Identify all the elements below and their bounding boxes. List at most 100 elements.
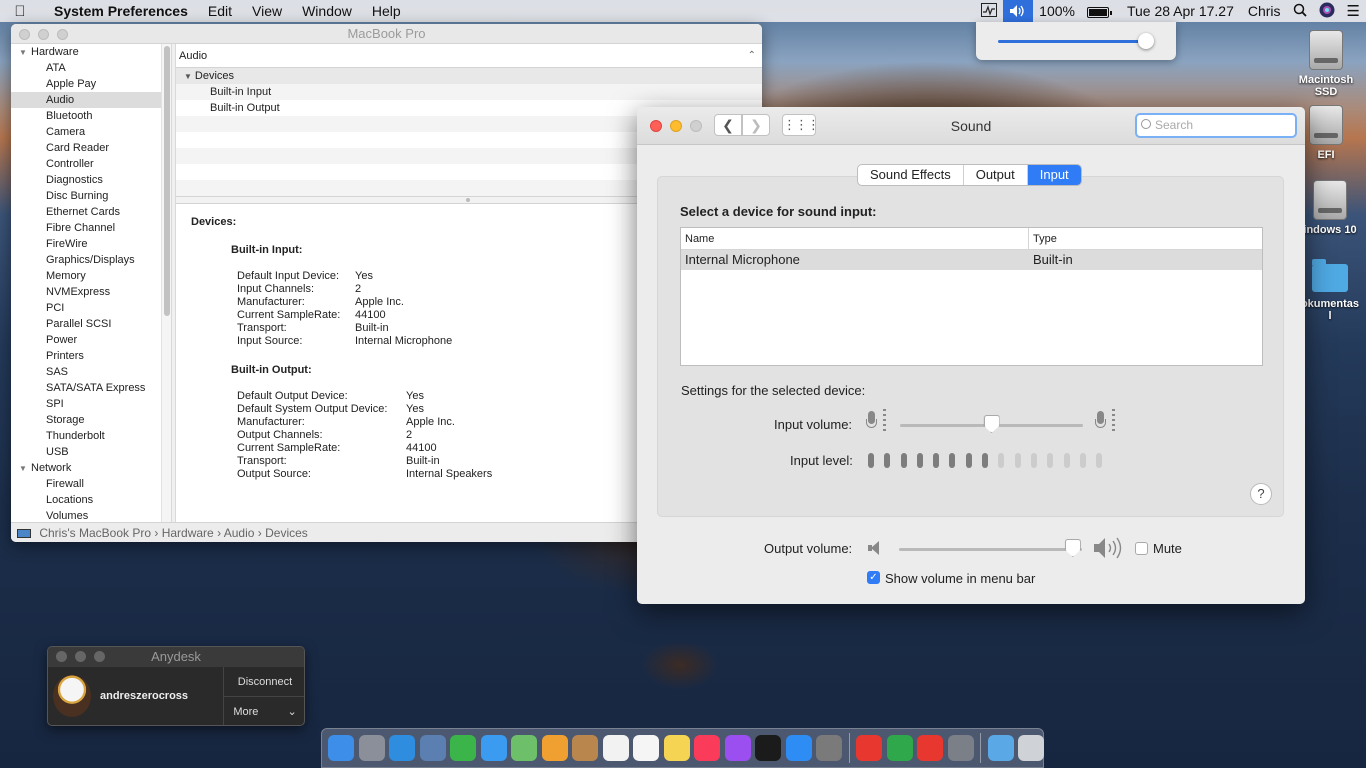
column-name[interactable]: Name (681, 228, 1029, 249)
sidebar-item-apple-pay[interactable]: Apple Pay (11, 76, 171, 92)
close-button[interactable] (650, 120, 662, 132)
sidebar-item-bluetooth[interactable]: Bluetooth (11, 108, 171, 124)
sidebar-item-nvmexpress[interactable]: NVMExpress (11, 284, 171, 300)
menu-help[interactable]: Help (362, 3, 411, 19)
sidebar-item-storage[interactable]: Storage (11, 412, 171, 428)
sidebar-item-usb[interactable]: USB (11, 444, 171, 460)
app-menu[interactable]: System Preferences (40, 3, 198, 19)
content-header[interactable]: Audio ⌃ (176, 44, 762, 68)
sidebar-item-printers[interactable]: Printers (11, 348, 171, 364)
tab-sound-effects[interactable]: Sound Effects (858, 165, 964, 185)
zoom-button[interactable] (57, 29, 68, 40)
maps-icon[interactable] (511, 735, 537, 761)
sidebar-item-camera[interactable]: Camera (11, 124, 171, 140)
breadcrumb-item[interactable]: Devices (265, 526, 308, 540)
menu-edit[interactable]: Edit (198, 3, 242, 19)
anydesk-icon[interactable] (856, 735, 882, 761)
notification-center-icon[interactable]: ☰ (1341, 2, 1366, 20)
sidebar-item-card-reader[interactable]: Card Reader (11, 140, 171, 156)
photos-icon[interactable] (541, 735, 568, 761)
minimize-button[interactable] (38, 29, 49, 40)
breadcrumb-item[interactable]: Chris's MacBook Pro (39, 526, 151, 540)
sidebar-scrollbar[interactable] (161, 44, 171, 522)
facetime-icon[interactable] (450, 735, 476, 761)
tv-icon[interactable] (755, 735, 781, 761)
sidebar-group-hardware[interactable]: ▼ Hardware (11, 44, 171, 60)
breadcrumb-item[interactable]: Audio (224, 526, 255, 540)
notes-icon[interactable] (663, 735, 690, 761)
anydesk-titlebar[interactable]: Anydesk (48, 647, 304, 667)
system-preferences-icon[interactable] (816, 735, 842, 761)
desktop-icon-macintosh-ssd[interactable]: Macintosh SSD (1294, 30, 1358, 98)
minimize-button[interactable] (670, 120, 682, 132)
sidebar-item-fibre-channel[interactable]: Fibre Channel (11, 220, 171, 236)
chevron-up-icon[interactable]: ⌃ (748, 44, 756, 68)
sidebar-item-ethernet-cards[interactable]: Ethernet Cards (11, 204, 171, 220)
finder-icon[interactable] (328, 735, 354, 761)
search-input[interactable]: Search (1135, 113, 1297, 138)
tab-output[interactable]: Output (964, 165, 1028, 185)
utility-icon[interactable] (947, 735, 974, 761)
sidebar-item-volumes[interactable]: Volumes (11, 508, 171, 522)
sidebar-item-ata[interactable]: ATA (11, 60, 171, 76)
sidebar-item-locations[interactable]: Locations (11, 492, 171, 508)
anydesk-2-icon[interactable] (917, 735, 943, 761)
sidebar-group-network[interactable]: ▼ Network (11, 460, 171, 476)
sidebar-item-diagnostics[interactable]: Diagnostics (11, 172, 171, 188)
zoom-button[interactable] (690, 120, 702, 132)
disconnect-button[interactable]: Disconnect (224, 667, 304, 697)
preview-icon[interactable] (419, 735, 446, 761)
tree-group-devices[interactable]: ▼ Devices (176, 68, 762, 84)
safari-icon[interactable] (389, 735, 415, 761)
desktop-icon-dokumentasi[interactable]: okumentas l (1298, 258, 1362, 322)
remote-app-icon[interactable] (886, 735, 913, 761)
scrollbar-thumb[interactable] (164, 46, 170, 316)
volume-popup-track[interactable] (998, 40, 1150, 43)
activity-monitor-icon[interactable] (975, 2, 1003, 20)
calendar-icon[interactable] (602, 735, 629, 761)
podcasts-icon[interactable] (724, 735, 751, 761)
mute-checkbox[interactable] (1135, 542, 1148, 555)
desktop-icon-windows[interactable]: indows 10 (1298, 180, 1362, 236)
sidebar-item-memory[interactable]: Memory (11, 268, 171, 284)
spotlight-icon[interactable] (1287, 3, 1313, 20)
sidebar-item-parallel-scsi[interactable]: Parallel SCSI (11, 316, 171, 332)
sidebar-item-sata-sata-express[interactable]: SATA/SATA Express (11, 380, 171, 396)
app-store-icon[interactable] (785, 735, 812, 761)
user-name[interactable]: Chris (1240, 3, 1287, 19)
sidebar-item-power[interactable]: Power (11, 332, 171, 348)
sidebar-item-spi[interactable]: SPI (11, 396, 171, 412)
messages-icon[interactable] (480, 735, 507, 761)
sidebar-item-graphics-displays[interactable]: Graphics/Displays (11, 252, 171, 268)
show-all-grid-icon[interactable]: ⋮⋮⋮ (782, 114, 820, 136)
downloads-icon[interactable] (987, 735, 1014, 761)
sidebar-item-controller[interactable]: Controller (11, 156, 171, 172)
breadcrumb-item[interactable]: Hardware (162, 526, 214, 540)
show-volume-checkbox[interactable]: ✓ (867, 571, 880, 584)
sidebar-item-firewire[interactable]: FireWire (11, 236, 171, 252)
sidebar-item-thunderbolt[interactable]: Thunderbolt (11, 428, 171, 444)
sidebar-item-firewall[interactable]: Firewall (11, 476, 171, 492)
help-button[interactable]: ? (1250, 483, 1272, 505)
menu-window[interactable]: Window (292, 3, 362, 19)
launchpad-icon[interactable] (358, 735, 385, 761)
notefile-icon[interactable] (572, 735, 598, 761)
tab-input[interactable]: Input (1027, 165, 1081, 185)
trash-icon[interactable] (1018, 735, 1044, 761)
table-row[interactable]: Internal Microphone Built-in (681, 250, 1262, 270)
disclosure-triangle-icon[interactable]: ▼ (19, 461, 27, 477)
sidebar-item-pci[interactable]: PCI (11, 300, 171, 316)
forward-button[interactable]: ❯ (742, 114, 770, 136)
more-button[interactable]: More ⌄ (224, 697, 304, 725)
close-button[interactable] (19, 29, 30, 40)
close-button[interactable] (56, 651, 67, 662)
siri-icon[interactable] (1313, 2, 1341, 21)
back-button[interactable]: ❮ (714, 114, 742, 136)
music-icon[interactable] (694, 735, 720, 761)
reminders-icon[interactable] (633, 735, 659, 761)
sidebar-item-audio[interactable]: Audio (11, 92, 171, 108)
column-type[interactable]: Type (1029, 228, 1057, 249)
apple-menu-icon[interactable]:  (0, 3, 40, 20)
clock[interactable]: Tue 28 Apr 17.27 (1115, 3, 1240, 19)
sidebar-item-disc-burning[interactable]: Disc Burning (11, 188, 171, 204)
